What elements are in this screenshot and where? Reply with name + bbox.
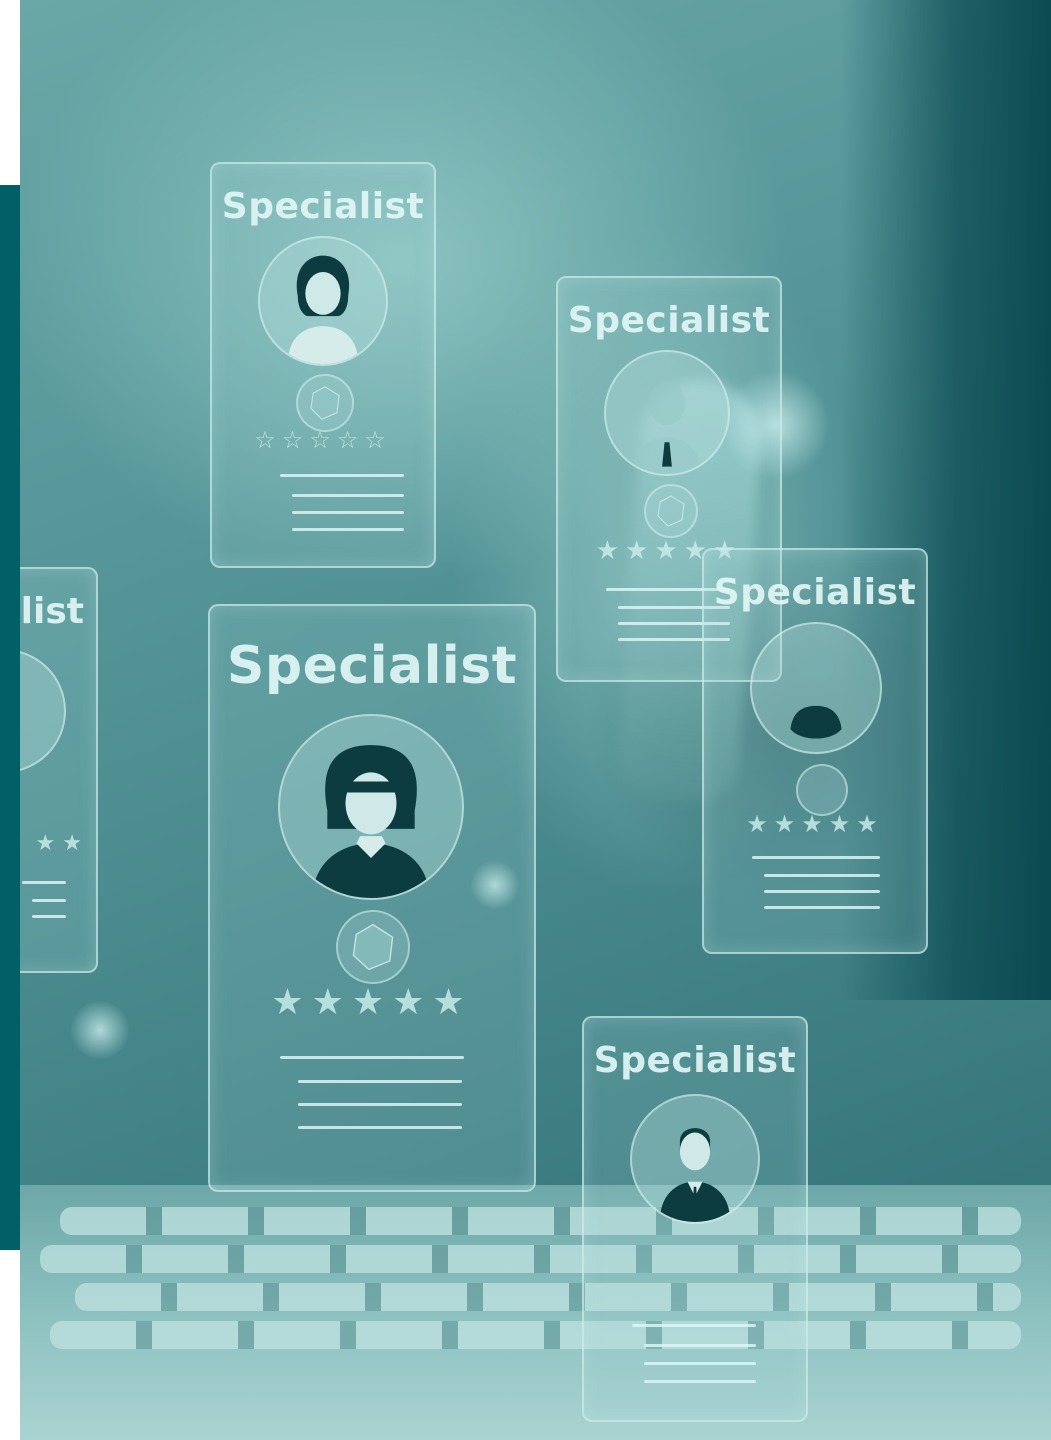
profile-card: Specialist ☆☆☆☆☆ [210, 162, 436, 568]
star-rating: ★★★★★ [746, 810, 884, 838]
keyboard-row [60, 1207, 1021, 1235]
card-title: Specialist [221, 186, 425, 227]
card-title: list [20, 591, 84, 632]
rating-badge-icon [644, 484, 698, 538]
text-line [292, 494, 404, 497]
text-line [632, 1324, 756, 1327]
text-line [764, 890, 880, 893]
male-avatar-icon [750, 622, 882, 754]
keyboard-row [40, 1245, 1021, 1273]
text-line [280, 474, 404, 477]
star-rating: ★★★★★ [271, 982, 473, 1023]
text-line [752, 856, 880, 859]
text-line [764, 906, 880, 909]
text-line [644, 1362, 756, 1365]
profile-card: Specialist [582, 1016, 808, 1422]
card-title: Specialist [567, 300, 771, 341]
female-avatar-icon [278, 714, 464, 900]
text-line [298, 1126, 462, 1129]
text-line [292, 528, 404, 531]
text-line [298, 1103, 462, 1106]
profile-card: Specialist ★★★★★ [208, 604, 536, 1192]
hero-image: Specialist ☆☆☆☆☆ Specialist ★★★★★ list ★… [0, 0, 1051, 1440]
light-glow [70, 1000, 130, 1060]
profile-card: Specialist ★★★★★ [702, 548, 928, 954]
keyboard-row [50, 1321, 1021, 1349]
background-photo: Specialist ☆☆☆☆☆ Specialist ★★★★★ list ★… [20, 0, 1051, 1440]
rating-badge-icon [296, 374, 354, 432]
text-line [280, 1056, 464, 1059]
avatar-icon [20, 649, 66, 773]
card-title: Specialist [593, 1040, 797, 1081]
female-avatar-icon [258, 236, 388, 366]
text-line [298, 1080, 462, 1083]
text-line [644, 1344, 756, 1347]
photo-keyboard [20, 1185, 1051, 1440]
text-line [764, 874, 880, 877]
text-line [32, 915, 66, 918]
profile-card: list ★ ★ [20, 567, 98, 973]
rating-badge-icon [336, 910, 410, 984]
star-rating: ☆☆☆☆☆ [254, 426, 392, 454]
text-line [292, 511, 404, 514]
male-suit-avatar-icon [630, 1094, 760, 1224]
text-line [32, 899, 66, 902]
star-rating: ★ ★ [35, 831, 82, 856]
text-line [644, 1380, 756, 1383]
keyboard-row [75, 1283, 1021, 1311]
text-line [22, 881, 66, 884]
card-title: Specialist [713, 572, 917, 613]
male-avatar-icon [604, 350, 730, 476]
card-title: Specialist [226, 636, 518, 696]
rating-badge-icon [796, 764, 848, 816]
